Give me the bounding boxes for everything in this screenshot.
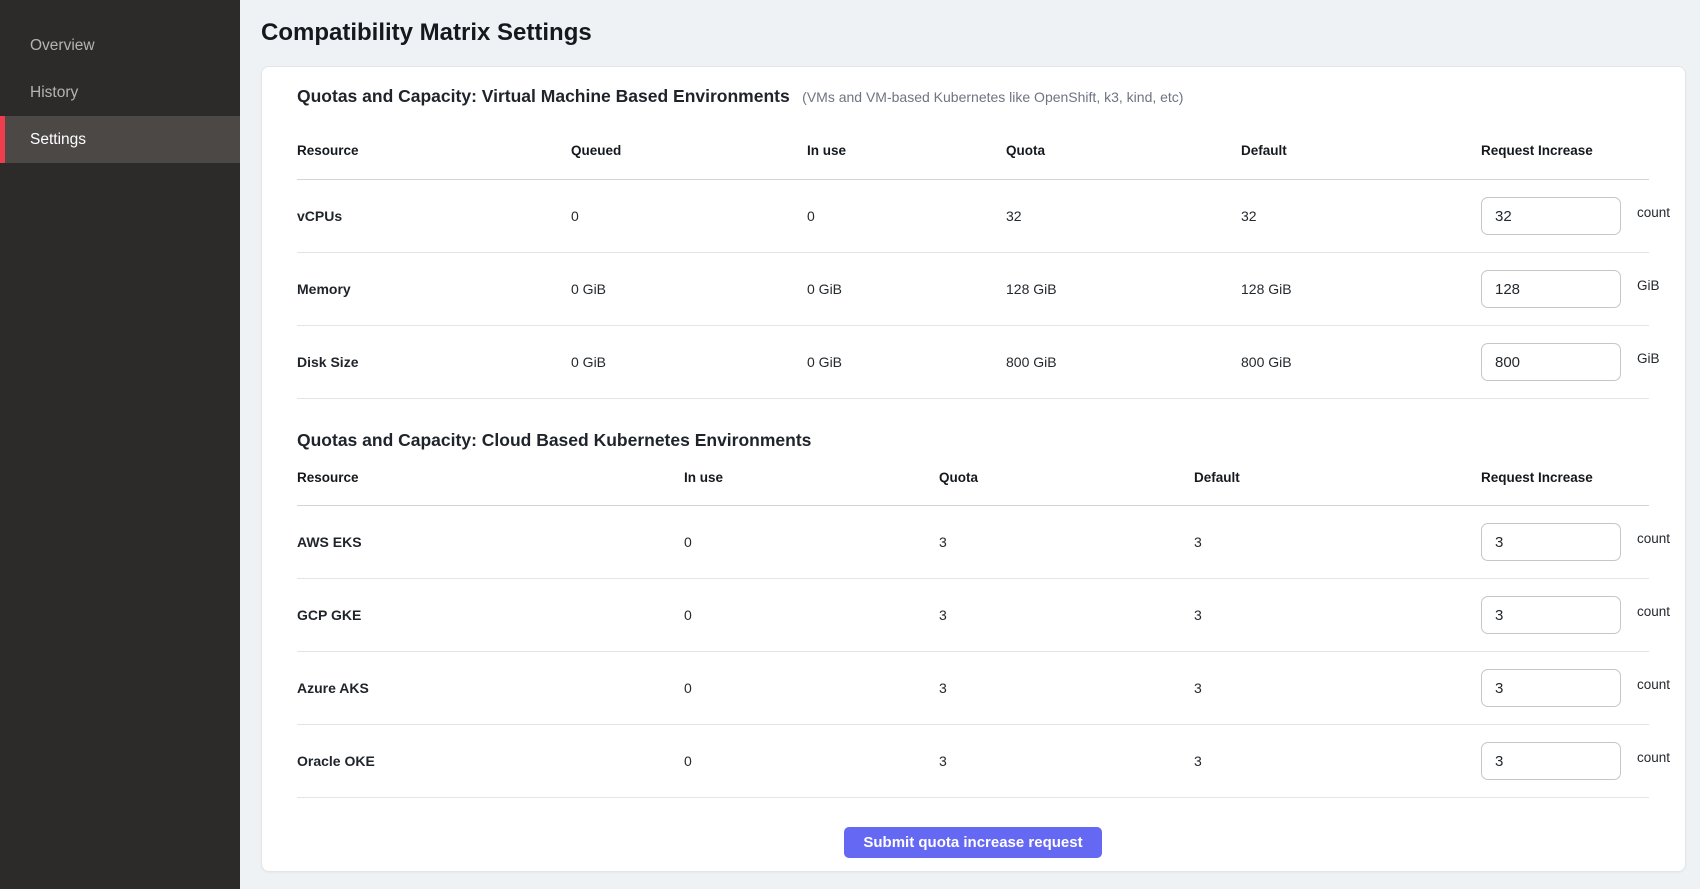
column-header-request-increase: Request Increase [1481,142,1649,160]
default-value: 800 GiB [1241,354,1481,370]
column-header-quota: Quota [1006,142,1241,160]
quota-value: 128 GiB [1006,281,1241,297]
default-value: 3 [1194,680,1481,696]
table-row-gcp-gke: GCP GKE 0 3 3 count [297,579,1649,652]
request-increase-input-disk-size[interactable] [1481,343,1621,381]
settings-card: Quotas and Capacity: Virtual Machine Bas… [261,66,1686,872]
column-header-in-use: In use [684,469,939,487]
quota-value: 3 [939,680,1194,696]
vm-table-header: Resource Queued In use Quota Default Req… [297,111,1649,180]
page-title: Compatibility Matrix Settings [261,18,1686,48]
table-row-vcpus: vCPUs 0 0 32 32 count [297,180,1649,253]
default-value: 32 [1241,208,1481,224]
table-row-aws-eks: AWS EKS 0 3 3 count [297,506,1649,579]
unit-label: count [1637,604,1670,619]
table-row-azure-aks: Azure AKS 0 3 3 count [297,652,1649,725]
in-use-value: 0 [684,534,939,550]
queued-value: 0 GiB [571,354,807,370]
vm-section-title: Quotas and Capacity: Virtual Machine Bas… [297,86,790,106]
queued-value: 0 [571,208,807,224]
card-footer: Submit quota increase request [297,798,1649,858]
main-content: Compatibility Matrix Settings Quotas and… [240,0,1700,872]
cloud-section-title: Quotas and Capacity: Cloud Based Kuberne… [297,430,811,450]
in-use-value: 0 [684,753,939,769]
in-use-value: 0 [807,208,1006,224]
request-increase-cell: GiB [1481,343,1660,381]
in-use-value: 0 [684,607,939,623]
in-use-value: 0 [684,680,939,696]
quota-value: 3 [939,753,1194,769]
quota-value: 3 [939,534,1194,550]
resource-name: Oracle OKE [297,753,684,769]
table-row-oracle-oke: Oracle OKE 0 3 3 count [297,725,1649,798]
default-value: 128 GiB [1241,281,1481,297]
active-indicator [0,116,5,163]
unit-label: count [1637,677,1670,692]
unit-label: GiB [1637,278,1660,293]
unit-label: count [1637,205,1670,220]
quota-value: 3 [939,607,1194,623]
resource-name: AWS EKS [297,534,684,550]
request-increase-input-azure-aks[interactable] [1481,669,1621,707]
resource-name: vCPUs [297,208,571,224]
request-increase-cell: count [1481,523,1670,561]
in-use-value: 0 GiB [807,281,1006,297]
sidebar: Overview History Settings [0,0,240,889]
sidebar-item-label: Settings [30,131,86,149]
request-increase-input-vcpus[interactable] [1481,197,1621,235]
request-increase-input-gcp-gke[interactable] [1481,596,1621,634]
default-value: 3 [1194,607,1481,623]
request-increase-cell: count [1481,669,1670,707]
quota-value: 800 GiB [1006,354,1241,370]
resource-name: Memory [297,281,571,297]
request-increase-cell: count [1481,197,1670,235]
cloud-table-header: Resource In use Quota Default Request In… [297,455,1649,506]
unit-label: count [1637,531,1670,546]
table-row-disk-size: Disk Size 0 GiB 0 GiB 800 GiB 800 GiB Gi… [297,326,1649,399]
default-value: 3 [1194,753,1481,769]
column-header-default: Default [1194,469,1481,487]
resource-name: Azure AKS [297,680,684,696]
request-increase-input-oracle-oke[interactable] [1481,742,1621,780]
resource-name: Disk Size [297,354,571,370]
resource-name: GCP GKE [297,607,684,623]
request-increase-cell: GiB [1481,270,1660,308]
column-header-in-use: In use [807,142,1006,160]
sidebar-item-history[interactable]: History [0,69,240,116]
column-header-resource: Resource [297,469,684,487]
column-header-default: Default [1241,142,1481,160]
vm-section-subtitle: (VMs and VM-based Kubernetes like OpenSh… [802,89,1183,105]
quota-value: 32 [1006,208,1241,224]
vm-section-header: Quotas and Capacity: Virtual Machine Bas… [297,83,1649,111]
in-use-value: 0 GiB [807,354,1006,370]
column-header-quota: Quota [939,469,1194,487]
cloud-section-header: Quotas and Capacity: Cloud Based Kuberne… [297,427,1649,455]
sidebar-item-settings[interactable]: Settings [0,116,240,163]
default-value: 3 [1194,534,1481,550]
queued-value: 0 GiB [571,281,807,297]
request-increase-input-memory[interactable] [1481,270,1621,308]
sidebar-item-overview[interactable]: Overview [0,22,240,69]
column-header-request-increase: Request Increase [1481,469,1649,487]
submit-quota-increase-button[interactable]: Submit quota increase request [844,827,1101,858]
unit-label: count [1637,750,1670,765]
request-increase-input-aws-eks[interactable] [1481,523,1621,561]
request-increase-cell: count [1481,742,1670,780]
sidebar-item-label: Overview [30,37,95,55]
sidebar-item-label: History [30,84,78,102]
column-header-queued: Queued [571,142,807,160]
column-header-resource: Resource [297,142,571,160]
unit-label: GiB [1637,351,1660,366]
table-row-memory: Memory 0 GiB 0 GiB 128 GiB 128 GiB GiB [297,253,1649,326]
request-increase-cell: count [1481,596,1670,634]
